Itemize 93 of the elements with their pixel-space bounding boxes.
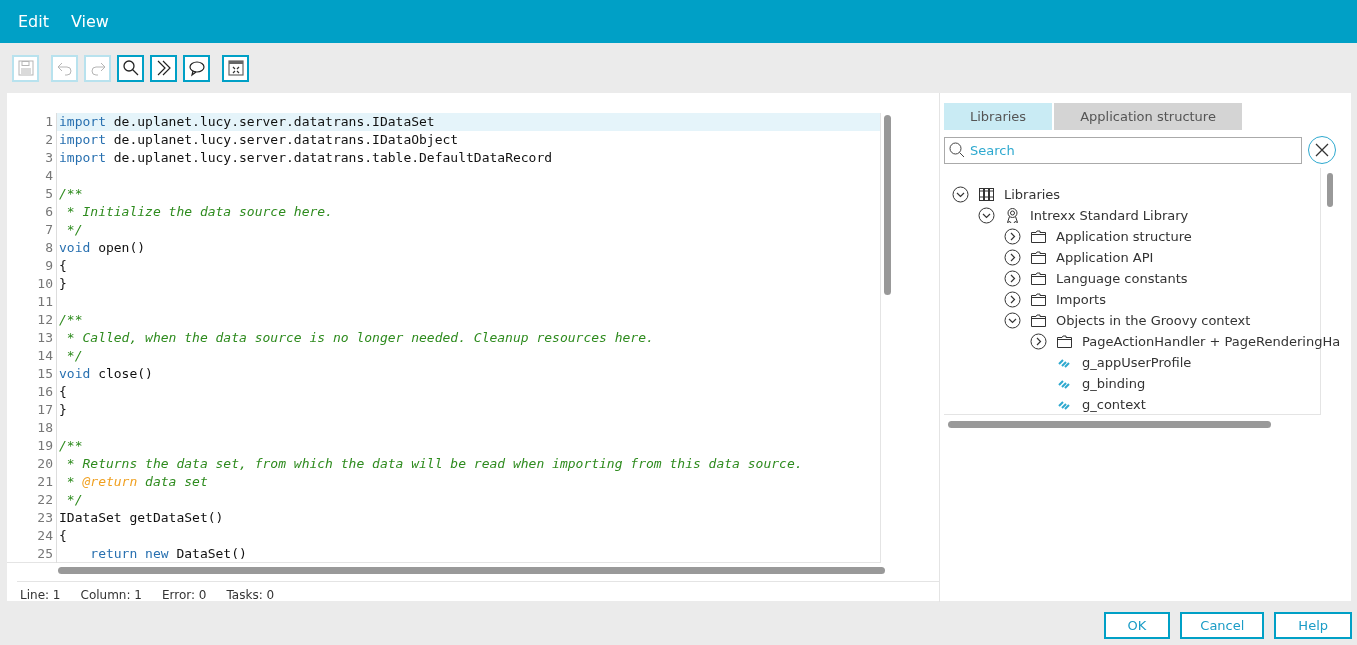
speech-bubble-icon — [186, 58, 207, 78]
line-number: 24 — [7, 527, 57, 545]
tree-item[interactable]: g_appUserProfile — [1082, 355, 1192, 370]
line-number: 10 — [7, 275, 57, 293]
collapse-chevron-icon[interactable] — [1004, 228, 1021, 245]
line-number: 20 — [7, 455, 57, 473]
collapse-chevron-icon[interactable] — [1004, 249, 1021, 266]
code-line: { — [58, 527, 68, 545]
horizontal-scrollbar[interactable] — [948, 421, 1271, 428]
tree-item[interactable]: Application API — [1056, 250, 1154, 265]
expand-chevron-icon[interactable] — [978, 207, 995, 224]
search-field[interactable]: Search — [944, 136, 1302, 164]
status-text: Tasks: 0 — [226, 588, 275, 602]
line-number: 15 — [7, 365, 57, 383]
line-number: 4 — [7, 167, 57, 185]
bookshelf-icon — [978, 186, 995, 203]
code-line: import de.uplanet.lucy.server.datatrans.table.DefaultDataRecord — [58, 149, 554, 167]
line-number: 13 — [7, 329, 57, 347]
tab[interactable]: Application structure — [1054, 103, 1242, 130]
close-button[interactable] — [1308, 136, 1336, 164]
search-icon — [948, 140, 966, 159]
status-text: Line: 1 — [20, 588, 61, 602]
search-button[interactable] — [117, 54, 144, 82]
line-number: 17 — [7, 401, 57, 419]
line-number: 16 — [7, 383, 57, 401]
line-number: 19 — [7, 437, 57, 455]
code-line: void close() — [58, 365, 154, 383]
code-line: */ — [65, 491, 84, 509]
code-line: } — [58, 401, 68, 419]
status-text: Error: 0 — [161, 588, 207, 602]
code-line: * Called, when the data source is no longer needed. Cleanup resources here. — [65, 329, 655, 347]
tree-item[interactable]: Imports — [1056, 292, 1106, 307]
line-number: 22 — [7, 491, 57, 509]
close-icon — [1314, 142, 1330, 158]
code-line: * Returns the data set, from which the data will be read when importing from this data source. — [65, 455, 804, 473]
ribbon-icon — [1004, 207, 1021, 224]
line-number: 11 — [7, 293, 57, 311]
expand-chevron-icon[interactable] — [952, 186, 969, 203]
code-line: { — [58, 257, 68, 275]
vertical-scrollbar[interactable] — [884, 115, 891, 295]
code-line: return new DataSet() — [89, 545, 248, 563]
line-number: 7 — [7, 221, 57, 239]
line-number: 8 — [7, 239, 57, 257]
collapse-chevron-icon[interactable] — [1030, 333, 1047, 350]
tree-item[interactable]: Libraries — [1004, 187, 1061, 202]
collapse-chevron-icon[interactable] — [1004, 291, 1021, 308]
forward-button[interactable] — [150, 54, 177, 82]
vertical-scrollbar[interactable] — [1327, 173, 1333, 207]
code-line: */ — [65, 347, 84, 365]
line-number: 21 — [7, 473, 57, 491]
tree-item[interactable]: PageActionHandler + PageRenderingHa — [1082, 334, 1341, 349]
expand-chevron-icon[interactable] — [1004, 312, 1021, 329]
code-line: */ — [65, 221, 84, 239]
folder-icon — [1056, 333, 1073, 350]
line-number: 12 — [7, 311, 57, 329]
code-line: } — [58, 275, 68, 293]
tab[interactable]: Libraries — [944, 103, 1053, 130]
line-number: 6 — [7, 203, 57, 221]
line-number: 14 — [7, 347, 57, 365]
folder-icon — [1030, 228, 1047, 245]
line-number: 5 — [7, 185, 57, 203]
code-line: /** — [58, 311, 84, 329]
dialog-button[interactable] — [222, 54, 249, 82]
tree-item[interactable]: Intrexx Standard Library — [1030, 208, 1189, 223]
line-number: 25 — [7, 545, 57, 563]
code-line: /** — [58, 437, 84, 455]
status-text: Column: 1 — [80, 588, 142, 602]
tree-item[interactable]: Objects in the Groovy context — [1056, 313, 1251, 328]
line-number: 23 — [7, 509, 57, 527]
window-icon — [225, 58, 246, 78]
code-line: void open() — [58, 239, 147, 257]
line-number: 9 — [7, 257, 57, 275]
collapse-chevron-icon[interactable] — [1004, 270, 1021, 287]
line-number: 3 — [7, 149, 57, 167]
search-icon — [120, 58, 141, 78]
comment-button[interactable] — [183, 54, 210, 82]
code-line: { — [58, 383, 68, 401]
folder-icon — [1030, 312, 1047, 329]
code-line: * @return data set — [65, 473, 209, 491]
code-line: IDataSet getDataSet() — [58, 509, 225, 527]
tree-item[interactable]: g_binding — [1082, 376, 1146, 391]
folder-icon — [1030, 270, 1047, 287]
line-number: 2 — [7, 131, 57, 149]
code-line: * Initialize the data source here. — [65, 203, 334, 221]
tree-item[interactable]: g_context — [1082, 397, 1146, 412]
code-line: import de.uplanet.lucy.server.datatrans.IDataObject — [58, 131, 460, 149]
folder-icon — [1030, 291, 1047, 308]
folder-icon — [1030, 249, 1047, 266]
horizontal-scrollbar[interactable] — [58, 567, 885, 574]
line-number: 18 — [7, 419, 57, 437]
tree-item[interactable]: Language constants — [1056, 271, 1188, 286]
tree-item[interactable]: Application structure — [1056, 229, 1192, 244]
code-line: /** — [58, 185, 84, 203]
